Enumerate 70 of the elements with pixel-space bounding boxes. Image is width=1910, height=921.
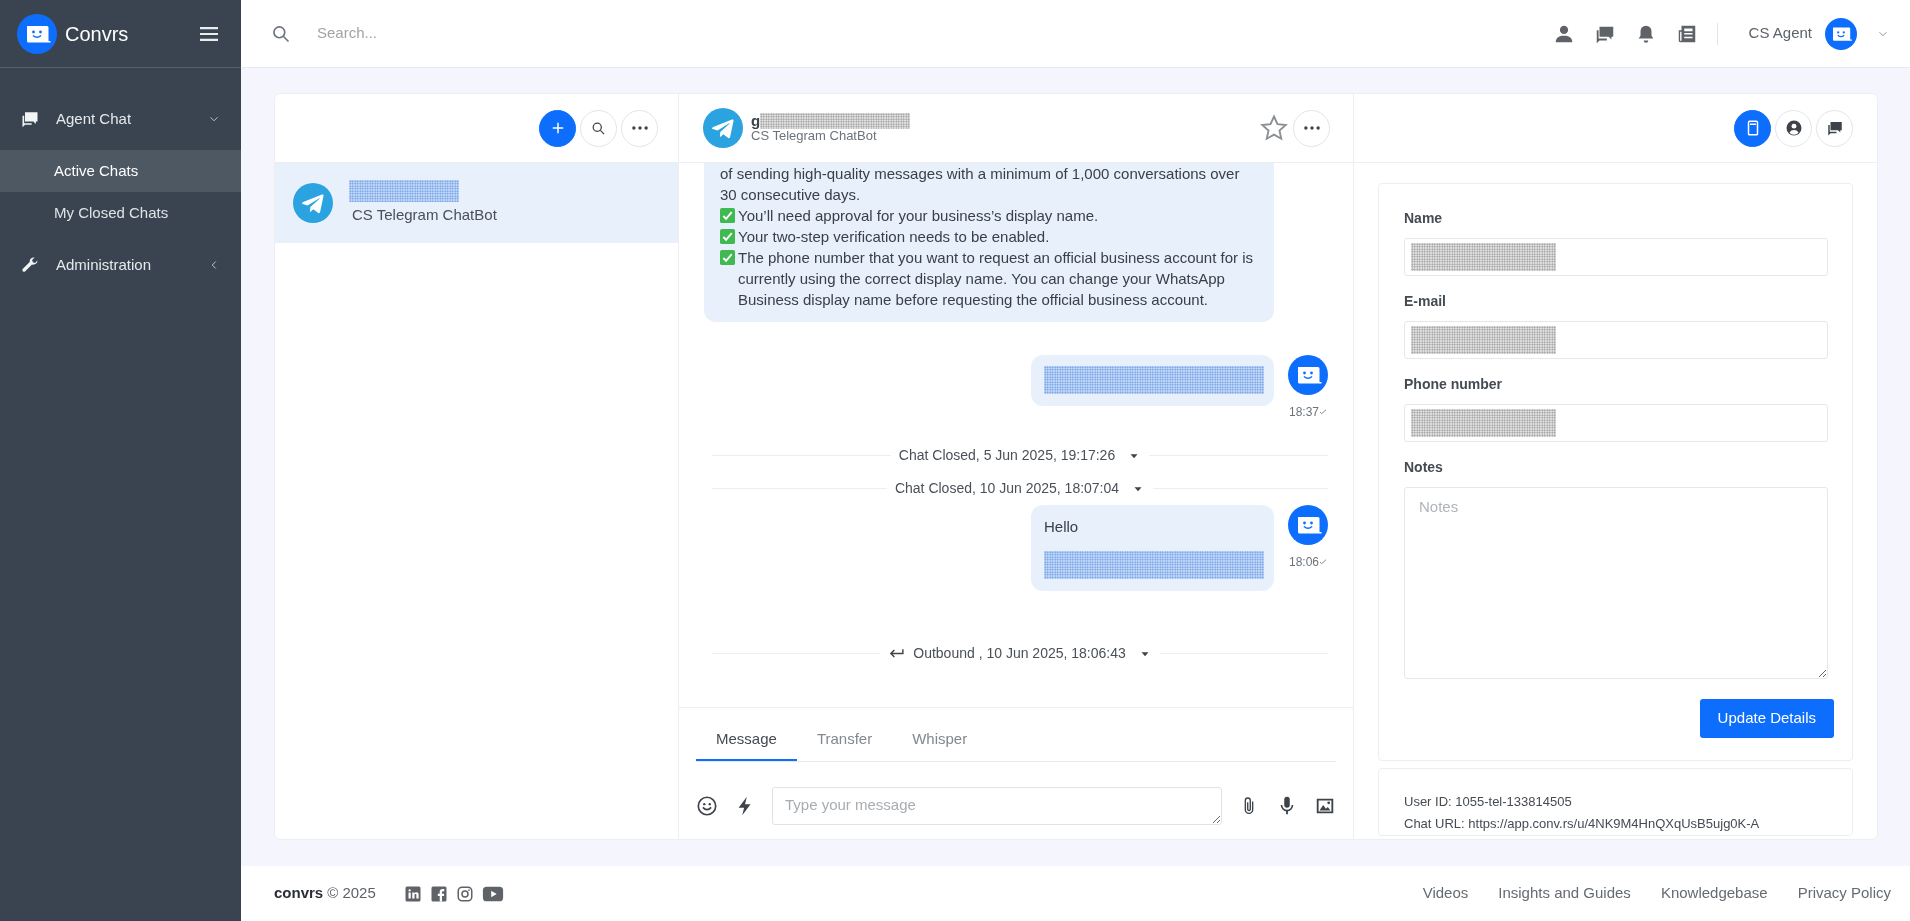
nav-item[interactable]: Administration <box>0 234 241 296</box>
channel-name: CS Telegram ChatBot <box>751 129 878 143</box>
event-label: Chat Closed, 10 Jun 2025, 18:07:04 <box>894 479 1120 498</box>
wrench-icon <box>20 255 40 275</box>
footer-brand: convrs <box>274 883 324 904</box>
new-chat-button[interactable] <box>539 109 576 147</box>
composer-tab[interactable]: Whisper <box>892 716 988 761</box>
event-label: Chat Closed, 5 Jun 2025, 19:17:26 <box>898 446 1116 465</box>
chat-bubbles-icon <box>1825 119 1844 137</box>
tick-icon <box>1319 408 1327 416</box>
field-label: Name <box>1404 209 1444 228</box>
event-label: Outbound , 10 Jun 2025, 18:06:43 <box>913 644 1126 663</box>
facebook-icon[interactable] <box>429 884 448 903</box>
user-circle-icon <box>1784 119 1803 137</box>
input-field[interactable] <box>1404 321 1828 359</box>
more-button[interactable] <box>1293 109 1330 147</box>
composer-tab[interactable]: Message <box>696 716 797 761</box>
footer-link[interactable]: Privacy Policy <box>1797 882 1891 905</box>
checkmark-icon <box>720 208 735 223</box>
nav-subitem[interactable]: My Closed Chats <box>0 192 241 234</box>
field-label: E-mail <box>1404 292 1447 311</box>
panel-tab[interactable] <box>1734 109 1771 147</box>
chat-list-item[interactable]: CS Telegram ChatBot <box>275 163 678 243</box>
bot-avatar-icon <box>1288 505 1328 545</box>
message-time: 18:37 <box>1289 404 1319 421</box>
field-label: Phone number <box>1404 375 1503 394</box>
logo-icon <box>17 13 57 54</box>
more-button[interactable] <box>621 109 658 147</box>
instagram-icon[interactable] <box>455 884 474 903</box>
footer-link[interactable]: Videos <box>1422 882 1469 905</box>
message-text: You’ll need approval for your business’s display name. <box>738 206 1099 226</box>
checkmark-icon <box>720 229 735 244</box>
footer-link[interactable]: Insights and Guides <box>1498 882 1631 905</box>
update-button[interactable]: Update Details <box>1699 699 1834 738</box>
star-icon[interactable] <box>1259 113 1289 143</box>
search-icon <box>591 120 606 136</box>
message-text: of sending high-quality messages with a minimum of 1,000 conversations over 30 consecutive days. <box>720 164 1241 205</box>
notes-field[interactable]: Notes <box>1404 487 1828 679</box>
copyright-text: © 2025 <box>327 883 376 904</box>
bot-avatar-icon <box>1288 355 1328 395</box>
user-name[interactable]: CS Agent <box>1748 22 1812 45</box>
telegram-icon <box>293 183 333 223</box>
info-text: User ID: 1055-tel-133814505 <box>1404 792 1573 811</box>
message-text: The phone number that you want to request an official business account for is currently using the correct display name. You can change your WhatsApp Business display name before requesting the official business account. <box>738 248 1255 310</box>
channel-name: CS Telegram ChatBot <box>352 204 497 225</box>
search-icon <box>271 23 291 44</box>
search-button[interactable] <box>580 109 617 147</box>
message-input[interactable]: Type your message <box>772 786 1222 825</box>
chat-bubbles-icon <box>20 109 40 129</box>
telegram-icon <box>703 108 743 148</box>
footer-link[interactable]: Knowledgebase <box>1660 882 1768 905</box>
composer-tab[interactable]: Transfer <box>796 716 893 761</box>
checkmark-icon <box>720 250 735 265</box>
ellipsis-icon <box>1303 126 1320 130</box>
input-field[interactable] <box>1404 238 1828 276</box>
info-text: Chat URL: https://app.conv.rs/u/4NK9M4HnQXqUsB5ujg0K-A <box>1404 814 1761 833</box>
input-field[interactable] <box>1404 404 1828 442</box>
tick-icon <box>1319 558 1327 566</box>
message-time: 18:06 <box>1289 554 1319 571</box>
field-label: Notes <box>1404 458 1444 477</box>
user-avatar-icon <box>1825 17 1857 50</box>
ellipsis-icon <box>631 126 648 130</box>
linkedin-icon[interactable] <box>403 884 422 903</box>
message-text: Hello <box>1044 517 1080 537</box>
message-text: Your two-step verification needs to be enabled. <box>738 227 1050 247</box>
app-name: Convrs <box>65 21 129 47</box>
contact-name: g <box>751 114 761 128</box>
nav-subitem[interactable]: Active Chats <box>0 150 241 192</box>
nav-item[interactable]: Agent Chat <box>0 88 241 150</box>
smiley-icon[interactable] <box>696 794 718 817</box>
